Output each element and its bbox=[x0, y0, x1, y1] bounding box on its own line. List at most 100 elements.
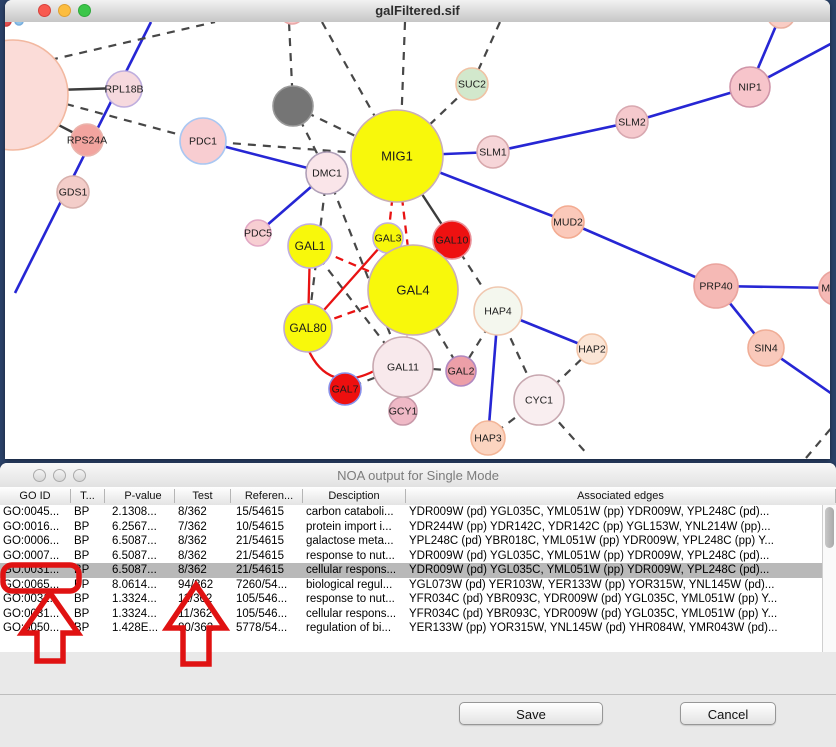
cell: YER133W (pp) YOR315W, YNL145W (pd) YHR08… bbox=[406, 621, 822, 635]
node-label-RPS24A: RPS24A bbox=[67, 135, 107, 147]
node-label-GAL10: GAL10 bbox=[436, 235, 469, 247]
node-label-GCY1: GCY1 bbox=[389, 406, 418, 418]
node-label-HAP4: HAP4 bbox=[484, 306, 512, 318]
graph-window: galFiltered.sif RPL18BRPS24AGDS1PDC1PDC5… bbox=[5, 0, 830, 459]
column-header-associated-edges[interactable]: Associated edges bbox=[406, 489, 836, 503]
table-row[interactable]: GO:0016...BP6.2567...7/36210/54615protei… bbox=[0, 520, 822, 535]
cell: 21/54615 bbox=[231, 534, 303, 548]
table-row[interactable]: GO:0031...BP1.3324...11/362105/546...res… bbox=[0, 592, 822, 607]
column-header-p-value[interactable]: P-value bbox=[105, 489, 175, 503]
graph-window-titlebar[interactable]: galFiltered.sif bbox=[5, 0, 830, 23]
cell: response to nut... bbox=[303, 549, 406, 563]
scrollbar-thumb[interactable] bbox=[825, 507, 834, 548]
node-label-PDC5: PDC5 bbox=[244, 228, 272, 240]
cell: 11/362 bbox=[175, 607, 231, 621]
node-label-GAL11: GAL11 bbox=[387, 362, 419, 374]
cell: GO:0031... bbox=[0, 592, 71, 606]
column-header-test[interactable]: Test bbox=[175, 489, 231, 503]
node-label-DMC1: DMC1 bbox=[312, 168, 342, 180]
cell: BP bbox=[71, 520, 105, 534]
cell: 15/54615 bbox=[231, 505, 303, 519]
cell: BP bbox=[71, 563, 105, 577]
cell: GO:0065... bbox=[0, 578, 71, 592]
node-label-NIP1: NIP1 bbox=[738, 82, 762, 94]
table-row[interactable]: GO:0045...BP2.1308...8/36215/54615carbon… bbox=[0, 505, 822, 520]
cell: GO:0045... bbox=[0, 505, 71, 519]
network-canvas[interactable]: RPL18BRPS24AGDS1PDC1PDC5DMC1SUC2SLM1SLM2… bbox=[5, 22, 830, 459]
cell: 7260/54... bbox=[231, 578, 303, 592]
node-label-GAL1: GAL1 bbox=[295, 239, 326, 253]
cell: 105/546... bbox=[231, 592, 303, 606]
table-header[interactable]: GO IDT...P-valueTestReferen...Desciption… bbox=[0, 487, 836, 506]
edge-dash[interactable] bbox=[50, 22, 215, 60]
cell: 8.0614... bbox=[105, 578, 175, 592]
table-row[interactable]: GO:0065...BP8.0614...94/3627260/54...bio… bbox=[0, 578, 822, 593]
node-label-PDC1: PDC1 bbox=[189, 136, 217, 148]
cell: BP bbox=[71, 578, 105, 592]
node-label-SLM2: SLM2 bbox=[618, 117, 646, 129]
node-label-MIG1: MIG1 bbox=[381, 149, 413, 164]
cell: 6.2567... bbox=[105, 520, 175, 534]
desktop: { "top_window": { "title": "galFiltered.… bbox=[0, 0, 836, 704]
node-label-SIN4: SIN4 bbox=[754, 343, 778, 355]
cell: 11/362 bbox=[175, 592, 231, 606]
edge-pp[interactable] bbox=[493, 122, 632, 152]
edge-pp[interactable] bbox=[568, 222, 716, 286]
node-label-GAL2: GAL2 bbox=[448, 366, 475, 378]
cancel-button[interactable]: Cancel bbox=[680, 702, 776, 725]
cell: 8/362 bbox=[175, 534, 231, 548]
cell: 1.3324... bbox=[105, 592, 175, 606]
table-row[interactable]: GO:0050...BP1.428E...80/3625778/54...reg… bbox=[0, 621, 822, 636]
node-unlabeled[interactable] bbox=[767, 22, 795, 28]
node-label-GAL80: GAL80 bbox=[289, 321, 327, 335]
node-unlabeled[interactable] bbox=[273, 86, 313, 126]
cell: YFR034C (pd) YBR093C, YDR009W (pd) YGL03… bbox=[406, 592, 822, 606]
cell: 2.1308... bbox=[105, 505, 175, 519]
table-row[interactable]: GO:0006...BP6.5087...8/36221/54615galact… bbox=[0, 534, 822, 549]
node-label-SLM1: SLM1 bbox=[479, 147, 507, 159]
cell: 5778/54... bbox=[231, 621, 303, 635]
cell: GO:0016... bbox=[0, 520, 71, 534]
column-header-desciption[interactable]: Desciption bbox=[303, 489, 406, 503]
edge-dash[interactable] bbox=[806, 420, 830, 458]
node-label-RPL18B: RPL18B bbox=[104, 84, 143, 96]
node-unlabeled[interactable] bbox=[15, 22, 23, 25]
table-row[interactable]: GO:0031...BP1.3324...11/362105/546...cel… bbox=[0, 607, 822, 622]
column-header-referen-[interactable]: Referen... bbox=[231, 489, 303, 503]
column-header-t-[interactable]: T... bbox=[71, 489, 105, 503]
noa-window-titlebar[interactable]: NOA output for Single Mode bbox=[0, 463, 836, 488]
cell: YPL248C (pd) YBR018C, YML051W (pp) YDR00… bbox=[406, 534, 822, 548]
node-unlabeled[interactable] bbox=[5, 22, 11, 26]
cell: 21/54615 bbox=[231, 563, 303, 577]
cell: 105/546... bbox=[231, 607, 303, 621]
cell: galactose meta... bbox=[303, 534, 406, 548]
column-header-go-id[interactable]: GO ID bbox=[0, 489, 71, 503]
noa-window-title: NOA output for Single Mode bbox=[0, 468, 836, 483]
node-unlabeled[interactable] bbox=[280, 22, 304, 24]
node-label-MUD2: MUD2 bbox=[553, 217, 583, 229]
cell: 7/362 bbox=[175, 520, 231, 534]
vertical-scrollbar[interactable] bbox=[822, 505, 836, 652]
cell: 8/362 bbox=[175, 563, 231, 577]
cell: 1.428E... bbox=[105, 621, 175, 635]
table-area: GO:0045...BP2.1308...8/36215/54615carbon… bbox=[0, 505, 836, 652]
cell: BP bbox=[71, 505, 105, 519]
cell: regulation of bi... bbox=[303, 621, 406, 635]
node-unlabeled[interactable] bbox=[5, 40, 68, 150]
save-button[interactable]: Save bbox=[459, 702, 603, 725]
node-label-HAP2: HAP2 bbox=[578, 344, 606, 356]
table-row[interactable]: GO:0031...BP6.5087...8/36221/54615cellul… bbox=[0, 563, 822, 578]
node-label-MSN5: MSN5 bbox=[821, 283, 830, 295]
cell: response to nut... bbox=[303, 592, 406, 606]
cell: GO:0006... bbox=[0, 534, 71, 548]
node-label-GAL7: GAL7 bbox=[332, 384, 359, 396]
cell: YFR034C (pd) YBR093C, YDR009W (pd) YGL03… bbox=[406, 607, 822, 621]
cell: BP bbox=[71, 592, 105, 606]
network-graph[interactable]: RPL18BRPS24AGDS1PDC1PDC5DMC1SUC2SLM1SLM2… bbox=[5, 22, 830, 459]
cell: GO:0031... bbox=[0, 607, 71, 621]
node-label-HAP3: HAP3 bbox=[474, 433, 502, 445]
cell: BP bbox=[71, 607, 105, 621]
table-row[interactable]: GO:0007...BP6.5087...8/36221/54615respon… bbox=[0, 549, 822, 564]
cell: 6.5087... bbox=[105, 549, 175, 563]
cell: 8/362 bbox=[175, 549, 231, 563]
